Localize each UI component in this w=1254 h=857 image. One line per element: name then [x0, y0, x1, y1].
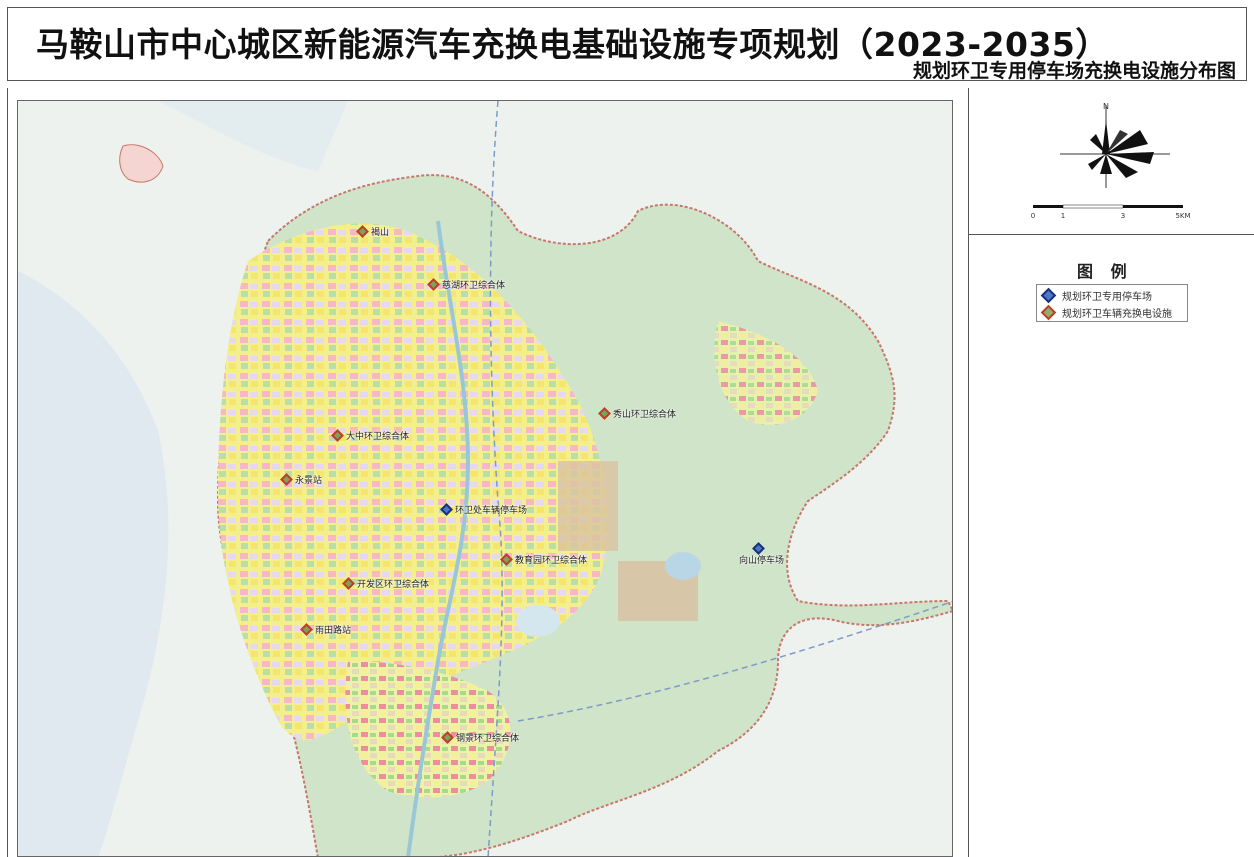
legend-title: 图 例	[1077, 262, 1133, 281]
marker-label: 环卫处车辆停车场	[455, 506, 528, 516]
title-box: 马鞍山市中心城区新能源汽车充换电基础设施专项规划（2023-2035） 规划环卫…	[7, 7, 1247, 82]
red-diamond-icon	[342, 577, 355, 590]
marker-kaifaqu[interactable]: 开发区环卫综合体	[342, 577, 430, 590]
marker-label: 慈湖环卫综合体	[442, 281, 506, 291]
frame-divider-line	[968, 88, 969, 857]
legend-label: 规划环卫专用停车场	[1062, 291, 1152, 303]
marker-heshan[interactable]: 褐山	[356, 225, 390, 238]
compass-rose-icon: N 0 1 3 5KM	[1031, 102, 1191, 220]
red-diamond-icon	[500, 553, 513, 566]
marker-yutianlu[interactable]: 雨田路站	[300, 623, 352, 636]
red-diamond-icon	[331, 429, 344, 442]
industrial-zone	[558, 461, 618, 551]
frame-left-line	[7, 88, 8, 857]
red-diamond-icon	[300, 623, 313, 636]
red-diamond-icon	[598, 407, 611, 420]
marker-xiangshan[interactable]: 向山停车场	[739, 531, 784, 566]
red-diamond-icon	[356, 225, 369, 238]
lake	[516, 605, 560, 637]
marker-label: 秀山环卫综合体	[613, 410, 677, 420]
north-label: N	[1103, 102, 1109, 111]
blue-diamond-icon	[440, 503, 453, 516]
marker-label: 向山停车场	[739, 556, 785, 566]
legend-item-parking: 规划环卫专用停车场	[1040, 287, 1152, 303]
legend-box: 规划环卫专用停车场 规划环卫车辆充换电设施	[1036, 284, 1188, 322]
red-diamond-icon	[280, 473, 293, 486]
red-diamond-icon	[1040, 304, 1057, 320]
marker-huanweichu[interactable]: 环卫处车辆停车场	[440, 503, 528, 516]
marker-jiaoyuyuan[interactable]: 教育园环卫综合体	[500, 553, 588, 566]
marker-label: 雨田路站	[315, 626, 352, 636]
lake	[665, 552, 701, 580]
marker-label: 大中环卫综合体	[346, 432, 410, 442]
compass-and-scale: N 0 1 3 5KM	[1030, 100, 1191, 225]
red-diamond-icon	[427, 278, 440, 291]
legend-label: 规划环卫车辆充换电设施	[1062, 308, 1172, 320]
marker-label: 开发区环卫综合体	[357, 580, 430, 590]
scale-label: 3	[1121, 212, 1125, 220]
scale-label: 1	[1061, 212, 1065, 220]
map-panel[interactable]: 褐山 慈湖环卫综合体 秀山环卫综合体 大中环卫综合体 永景站 环卫处车辆停车场 …	[17, 100, 953, 857]
legend-item-charging: 规划环卫车辆充换电设施	[1040, 304, 1172, 320]
marker-yongjing[interactable]: 永景站	[280, 473, 323, 486]
marker-label: 教育园环卫综合体	[515, 556, 588, 566]
red-diamond-icon	[441, 731, 454, 744]
scale-label: 0	[1031, 212, 1035, 220]
marker-label: 永景站	[295, 476, 323, 486]
marker-label: 钢景环卫综合体	[456, 734, 520, 744]
blue-diamond-icon	[1040, 287, 1057, 303]
map-subtitle: 规划环卫专用停车场充换电设施分布图	[912, 60, 1236, 82]
marker-gangjing[interactable]: 钢景环卫综合体	[441, 731, 520, 744]
marker-dazhong[interactable]: 大中环卫综合体	[331, 429, 410, 442]
side-panel-separator	[969, 234, 1254, 235]
marker-xiushan[interactable]: 秀山环卫综合体	[598, 407, 677, 420]
marker-label: 褐山	[371, 228, 390, 238]
scale-label: 5KM	[1175, 212, 1190, 220]
marker-cihu[interactable]: 慈湖环卫综合体	[427, 278, 506, 291]
